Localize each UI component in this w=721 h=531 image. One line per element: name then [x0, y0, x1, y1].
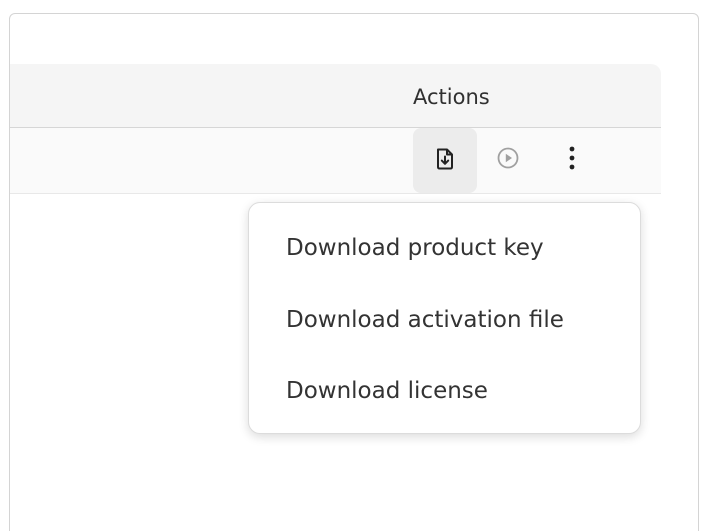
play-circle-icon [496, 146, 520, 174]
actions-column-header: Actions [413, 85, 490, 109]
download-action-button[interactable] [413, 128, 477, 193]
menu-item-download-product-key[interactable]: Download product key [249, 220, 640, 276]
play-action-button[interactable] [486, 138, 530, 182]
page: Actions Download product key Download ac… [0, 0, 721, 531]
table-header [10, 64, 661, 128]
more-options-button[interactable] [552, 138, 592, 182]
kebab-vertical-icon [568, 145, 576, 175]
menu-item-download-license[interactable]: Download license [249, 363, 640, 419]
menu-item-download-activation-file[interactable]: Download activation file [249, 292, 640, 348]
download-file-icon [434, 147, 456, 175]
download-options-menu: Download product key Download activation… [248, 202, 641, 434]
